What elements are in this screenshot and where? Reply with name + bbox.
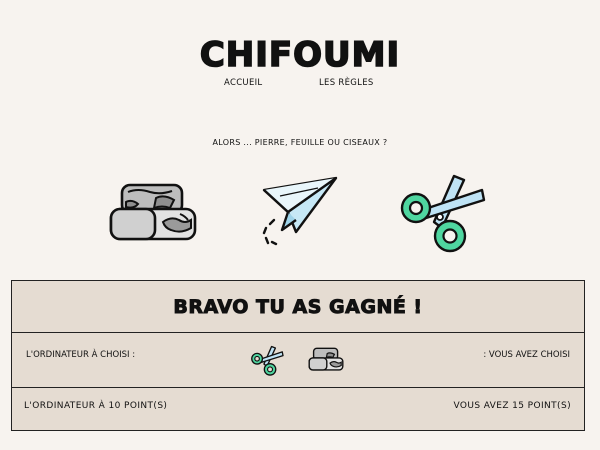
result-panel: BRAVO TU AS GAGNÉ ! L'ORDINATEUR À CHOIS… xyxy=(11,280,585,431)
app-title: CHIFOUMI xyxy=(199,35,401,75)
nav-link-regles[interactable]: LES RÈGLES xyxy=(319,78,374,88)
nav-link-accueil[interactable]: ACCUEIL xyxy=(224,78,262,88)
scissors-icon xyxy=(251,345,284,376)
computer-score: L'ORDINATEUR À 10 POINT(S) xyxy=(24,401,168,411)
rock-choice-button[interactable] xyxy=(108,182,198,244)
scissors-icon xyxy=(400,174,486,253)
scissors-choice-button[interactable] xyxy=(396,172,488,256)
picks-row: L'ORDINATEUR À CHOISI : : VOUS AVEZ CHOI… xyxy=(12,333,584,388)
paper-choice-button[interactable] xyxy=(260,172,342,252)
computer-choice xyxy=(249,345,285,380)
user-score: VOUS AVEZ 15 POINT(S) xyxy=(453,401,571,411)
choice-prompt: ALORS ... PIERRE, FEUILLE OU CISEAUX ? xyxy=(212,138,388,147)
user-choice xyxy=(308,347,344,375)
rock-icon xyxy=(109,183,197,241)
computer-choice-label: L'ORDINATEUR À CHOISI : xyxy=(26,350,136,360)
paper-plane-icon xyxy=(262,176,338,246)
scores-row: L'ORDINATEUR À 10 POINT(S) VOUS AVEZ 15 … xyxy=(12,388,584,431)
result-message: BRAVO TU AS GAGNÉ ! xyxy=(12,281,584,333)
rock-icon xyxy=(308,347,344,371)
user-choice-label: : VOUS AVEZ CHOISI xyxy=(483,350,570,360)
